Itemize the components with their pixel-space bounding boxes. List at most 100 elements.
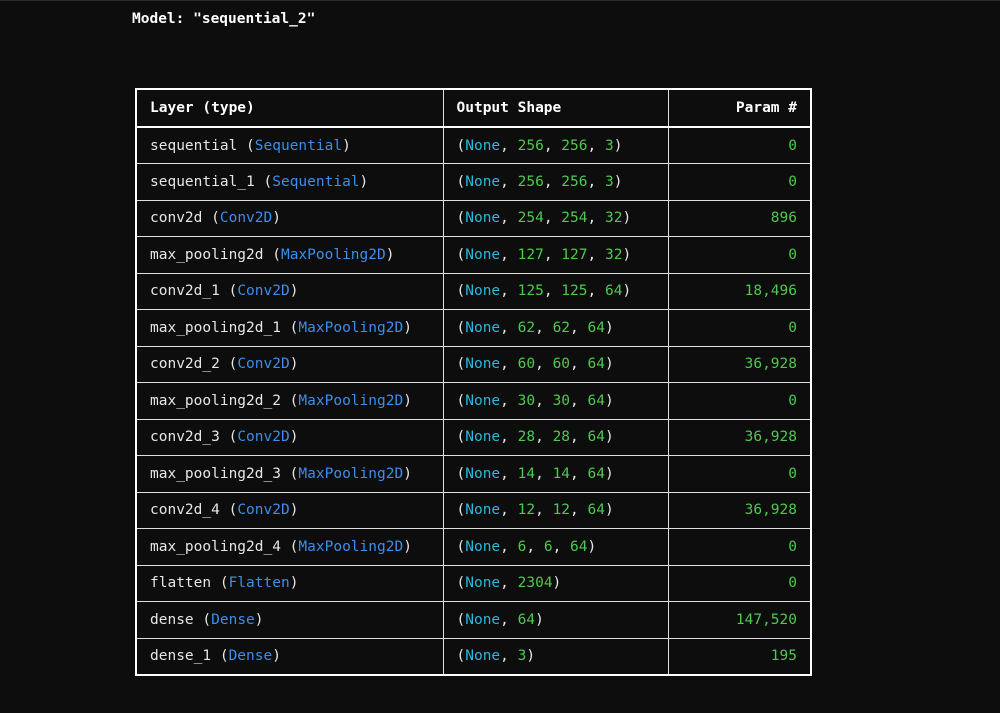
layer-cell: max_pooling2d_1 (MaxPooling2D) — [135, 309, 444, 347]
layer-cell: dense_1 (Dense) — [135, 637, 444, 675]
shape-open-paren: ( — [456, 465, 466, 482]
shape-open-paren: ( — [456, 356, 466, 373]
shape-separator: , — [500, 538, 518, 555]
open-paren: ( — [211, 575, 229, 592]
shape-close-paren: ) — [622, 283, 632, 300]
shape-dimension: 32 — [604, 210, 623, 227]
close-paren: ) — [289, 283, 299, 300]
table-row: conv2d_2 (Conv2D) (None, 60, 60, 64) 36,92… — [135, 345, 812, 383]
close-paren: ) — [403, 392, 412, 409]
table-row: max_pooling2d_2 (MaxPooling2D) (None, 30,… — [135, 382, 812, 420]
output-shape-cell: (None, 30, 30, 64) — [442, 382, 669, 420]
shape-close-paren: ) — [622, 246, 632, 263]
param-count-cell: 18,496 — [667, 272, 812, 310]
param-count-cell: 0 — [667, 236, 812, 274]
layer-type: Conv2D — [237, 283, 290, 300]
output-shape-cell: (None, 12, 12, 64) — [442, 491, 669, 529]
output-shape-cell: (None, 125, 125, 64) — [442, 272, 669, 310]
open-paren: ( — [280, 538, 299, 555]
layer-name: dense — [150, 611, 194, 628]
output-shape-cell: (None, 6, 6, 64) — [442, 528, 669, 566]
model-summary-table: Layer (type) Output Shape Param # sequen… — [135, 88, 812, 676]
shape-separator: , — [535, 465, 553, 482]
table-body: sequential (Sequential) (None, 256, 256, … — [135, 126, 812, 675]
shape-separator: , — [543, 283, 562, 300]
shape-separator: , — [587, 283, 605, 300]
shape-dimension: 256 — [561, 173, 588, 190]
shape-open-paren: ( — [456, 611, 466, 628]
layer-cell: conv2d_4 (Conv2D) — [135, 491, 444, 529]
shape-separator: , — [500, 392, 518, 409]
param-count-cell: 36,928 — [667, 345, 812, 383]
shape-close-paren: ) — [604, 392, 614, 409]
shape-separator: , — [570, 465, 588, 482]
shape-dimension: 62 — [552, 319, 571, 336]
shape-close-paren: ) — [552, 575, 562, 592]
shape-separator: , — [500, 137, 518, 154]
layer-type: MaxPooling2D — [298, 319, 404, 336]
shape-close-paren: ) — [613, 137, 623, 154]
shape-dimension: 125 — [561, 283, 588, 300]
shape-separator: , — [500, 648, 518, 664]
shape-separator: , — [543, 210, 562, 227]
layer-cell: conv2d_2 (Conv2D) — [135, 345, 444, 383]
shape-dimension: 28 — [552, 429, 571, 446]
shape-dimension: 256 — [517, 137, 544, 154]
param-count-cell: 195 — [667, 637, 812, 675]
close-paren: ) — [272, 210, 281, 227]
table-row: max_pooling2d_1 (MaxPooling2D) (None, 62,… — [135, 309, 812, 347]
shape-dimension: 64 — [587, 392, 605, 409]
param-count-cell: 0 — [667, 163, 812, 201]
shape-open-paren: ( — [456, 429, 466, 446]
layer-type: Conv2D — [237, 429, 290, 446]
shape-separator: , — [543, 173, 562, 190]
shape-dimension: 30 — [552, 392, 571, 409]
shape-separator: , — [587, 210, 605, 227]
close-paren: ) — [289, 356, 299, 373]
shape-separator: , — [500, 246, 518, 263]
layer-type: Sequential — [254, 137, 343, 154]
shape-open-paren: ( — [456, 648, 466, 664]
close-paren: ) — [403, 319, 412, 336]
shape-dimension: 32 — [604, 246, 623, 263]
shape-none: None — [465, 502, 501, 519]
layer-type: MaxPooling2D — [298, 392, 404, 409]
open-paren: ( — [219, 356, 238, 373]
shape-close-paren: ) — [604, 319, 614, 336]
shape-none: None — [465, 575, 501, 592]
shape-dimension: 2304 — [517, 575, 553, 592]
table-header-row: Layer (type) Output Shape Param # — [135, 88, 812, 128]
shape-separator: , — [500, 356, 518, 373]
open-paren: ( — [280, 319, 299, 336]
shape-separator: , — [587, 137, 605, 154]
param-count-cell: 896 — [667, 199, 812, 237]
close-paren: ) — [342, 137, 351, 154]
layer-type: Dense — [228, 648, 273, 664]
shape-separator: , — [500, 319, 518, 336]
shape-dimension: 30 — [517, 392, 536, 409]
close-paren: ) — [359, 173, 369, 190]
shape-dimension: 64 — [587, 319, 605, 336]
shape-dimension: 28 — [517, 429, 536, 446]
layer-cell: max_pooling2d_4 (MaxPooling2D) — [135, 528, 444, 566]
shape-open-paren: ( — [456, 392, 466, 409]
table-row: dense_1 (Dense) (None, 3) 195 — [135, 637, 812, 675]
layer-cell: max_pooling2d (MaxPooling2D) — [135, 236, 444, 274]
shape-separator: , — [587, 173, 605, 190]
param-count-cell: 36,928 — [667, 418, 812, 456]
header-param-count: Param # — [667, 88, 812, 128]
table-row: conv2d (Conv2D) (None, 254, 254, 32) 896 — [135, 199, 812, 237]
layer-type: Dense — [211, 611, 255, 628]
shape-dimension: 64 — [587, 465, 605, 482]
shape-separator: , — [500, 210, 518, 227]
shape-dimension: 6 — [543, 538, 553, 555]
close-paren: ) — [272, 648, 281, 664]
shape-none: None — [465, 319, 501, 336]
output-shape-cell: (None, 62, 62, 64) — [442, 309, 669, 347]
shape-close-paren: ) — [604, 502, 614, 519]
layer-cell: conv2d_3 (Conv2D) — [135, 418, 444, 456]
shape-dimension: 254 — [517, 210, 544, 227]
shape-none: None — [465, 356, 501, 373]
shape-dimension: 64 — [517, 611, 536, 628]
output-shape-cell: (None, 256, 256, 3) — [442, 126, 669, 164]
